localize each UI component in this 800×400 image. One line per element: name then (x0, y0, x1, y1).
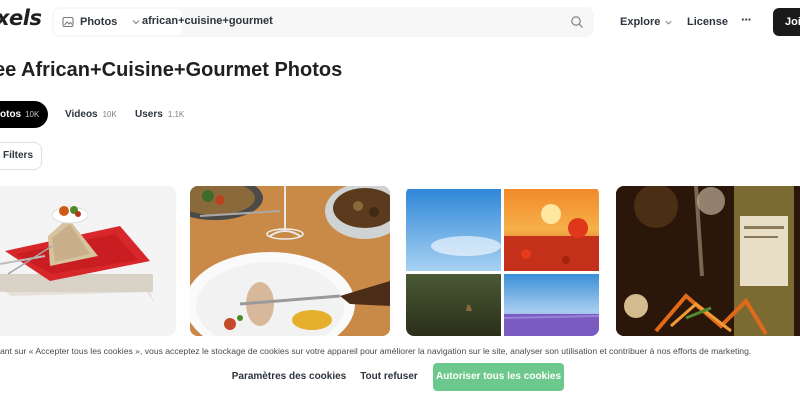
filters-button[interactable]: Filters (0, 142, 42, 170)
join-button[interactable]: Join (773, 8, 800, 36)
nav-explore[interactable]: Explore (620, 16, 673, 28)
accept-all-cookies-button[interactable]: Autoriser tous les cookies (433, 363, 564, 391)
chevron-down-icon (665, 20, 672, 25)
tab-videos[interactable]: Videos 10K (65, 109, 117, 120)
tab-label: Videos (65, 109, 98, 120)
tab-users[interactable]: Users 1.1K (135, 109, 184, 120)
photo-collage (406, 186, 599, 336)
search-type-label: Photos (80, 16, 118, 28)
photo-card[interactable] (0, 186, 176, 336)
tab-label: Users (135, 109, 163, 120)
photo-african-dish (0, 186, 176, 336)
tab-label: otos (0, 109, 22, 120)
search-bar[interactable]: Photos african+cuisine+gourmet (52, 7, 594, 37)
cookie-banner: ant sur « Accepter tous les cookies », v… (0, 336, 800, 400)
cookie-consent-text: ant sur « Accepter tous les cookies », v… (0, 346, 752, 356)
nav-explore-label: Explore (620, 16, 661, 28)
nav-license[interactable]: License (687, 16, 728, 28)
page-title: ee African+Cuisine+Gourmet Photos (0, 59, 343, 81)
photo-dinner-table (190, 186, 390, 336)
tab-photos[interactable]: otos 10K (0, 101, 48, 128)
tab-count: 10K (25, 110, 40, 119)
search-icon[interactable] (570, 15, 584, 29)
chevron-down-icon (132, 20, 140, 25)
more-menu-button[interactable]: ··· (741, 12, 752, 27)
photo-card[interactable] (616, 186, 800, 336)
photo-gourmet-wine (616, 186, 800, 336)
tab-count: 10K (102, 110, 117, 119)
pexels-logo[interactable]: xels (0, 6, 42, 30)
top-header: xels Photos african+cuisine+gourmet Expl… (0, 0, 800, 44)
photo-card[interactable] (190, 186, 390, 336)
search-input[interactable]: african+cuisine+gourmet (142, 15, 273, 27)
photo-card[interactable] (406, 186, 599, 336)
image-icon (62, 16, 74, 28)
cookie-settings-button[interactable]: Paramètres des cookies (230, 363, 348, 391)
refuse-all-button[interactable]: Tout refuser (354, 363, 424, 391)
tab-count: 1.1K (167, 110, 185, 119)
